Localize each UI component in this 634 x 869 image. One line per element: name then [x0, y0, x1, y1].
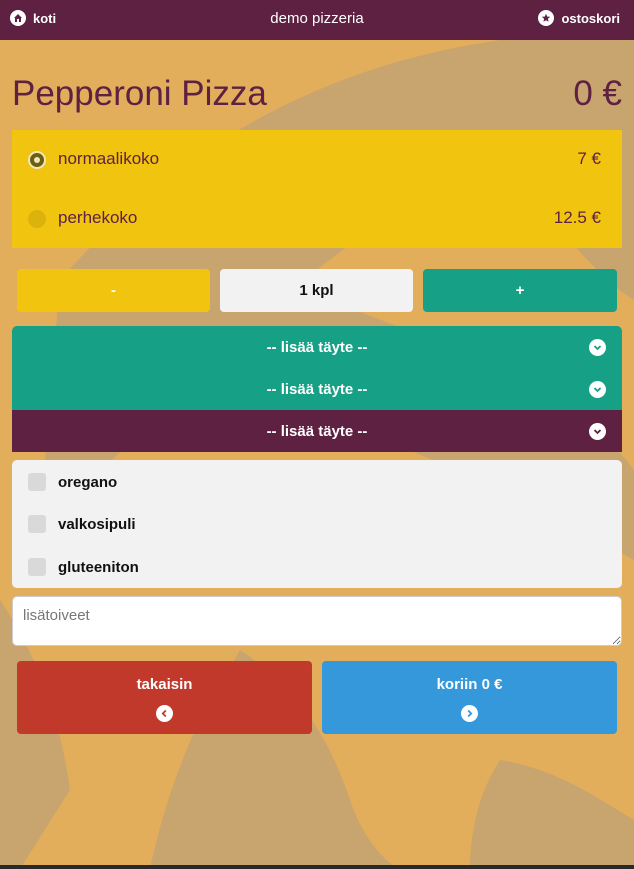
size-radio[interactable]	[28, 210, 46, 228]
quantity-display: 1 kpl	[220, 269, 413, 312]
size-price: 7 €	[577, 149, 601, 168]
size-option-family[interactable]: perhekoko 12.5 €	[12, 189, 622, 248]
extra-options: oregano valkosipuli gluteeniton	[12, 460, 622, 588]
add-to-cart-button[interactable]: koriin 0 €	[322, 661, 617, 734]
chevron-right-icon	[461, 705, 478, 722]
topping-select-label: -- lisää täyte --	[266, 380, 368, 398]
product-header: Pepperoni Pizza 0 €	[12, 74, 622, 120]
option-gluten-free[interactable]: gluteeniton	[12, 545, 622, 587]
size-option-normal[interactable]: normaalikoko 7 €	[12, 130, 622, 189]
bottom-edge	[0, 865, 634, 869]
option-garlic[interactable]: valkosipuli	[12, 502, 622, 544]
add-to-cart-label: koriin 0 €	[436, 676, 503, 693]
top-navigation-bar: koti demo pizzeria ostoskori	[0, 0, 634, 40]
option-label: valkosipuli	[58, 516, 136, 533]
topping-selectors: -- lisää täyte -- -- lisää täyte -- -- l…	[12, 326, 622, 452]
checkbox[interactable]	[28, 558, 46, 576]
size-selector: normaalikoko 7 € perhekoko 12.5 €	[12, 130, 622, 248]
increase-quantity-button[interactable]: +	[423, 269, 617, 312]
back-button[interactable]: takaisin	[17, 661, 312, 734]
product-title: Pepperoni Pizza	[12, 74, 267, 113]
quantity-stepper: - 1 kpl +	[17, 269, 617, 312]
chevron-down-icon	[589, 381, 606, 398]
checkbox[interactable]	[28, 515, 46, 533]
star-icon	[538, 10, 555, 26]
chevron-down-icon	[589, 339, 606, 356]
checkbox[interactable]	[28, 473, 46, 491]
decrease-quantity-button[interactable]: -	[17, 269, 210, 312]
topping-select-label: -- lisää täyte --	[266, 422, 368, 440]
topping-select-3[interactable]: -- lisää täyte --	[12, 410, 622, 452]
size-label: perhekoko	[58, 208, 138, 227]
chevron-left-icon	[156, 705, 173, 722]
topping-select-2[interactable]: -- lisää täyte --	[12, 368, 622, 410]
product-total-price: 0 €	[573, 74, 622, 113]
option-label: oregano	[58, 474, 118, 491]
size-radio-selected[interactable]	[28, 151, 46, 169]
chevron-down-icon	[589, 423, 606, 440]
size-price: 12.5 €	[553, 208, 601, 227]
cart-link-label: ostoskori	[561, 10, 620, 26]
topping-select-1[interactable]: -- lisää täyte --	[12, 326, 622, 368]
action-buttons: takaisin koriin 0 €	[17, 661, 617, 734]
cart-link[interactable]: ostoskori	[538, 10, 620, 26]
option-label: gluteeniton	[58, 559, 139, 576]
option-oregano[interactable]: oregano	[12, 460, 622, 502]
additional-requests-field[interactable]	[12, 596, 622, 646]
size-label: normaalikoko	[58, 149, 160, 168]
back-button-label: takaisin	[136, 676, 193, 693]
topping-select-label: -- lisää täyte --	[266, 338, 368, 356]
